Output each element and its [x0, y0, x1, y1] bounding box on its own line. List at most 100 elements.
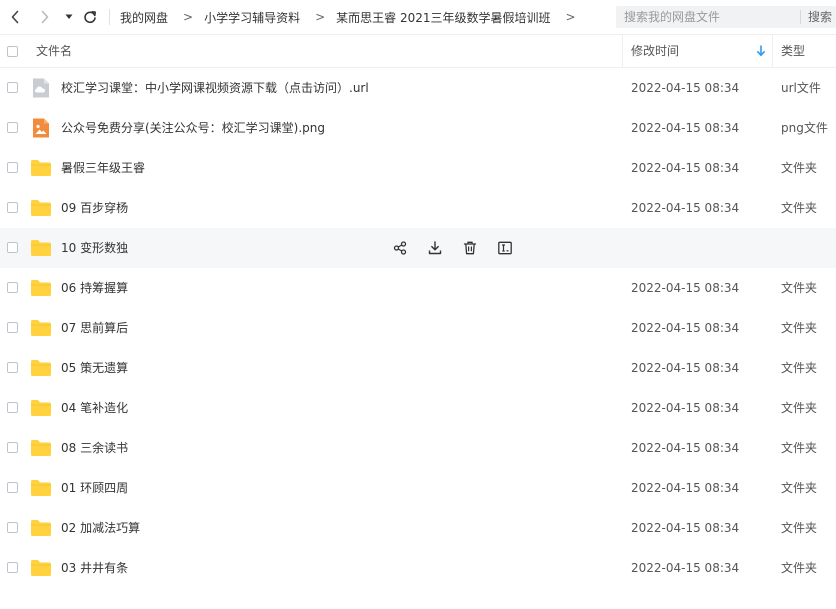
file-name[interactable]: 05 策无遗算: [61, 348, 128, 388]
download-button[interactable]: download-icon: [425, 238, 445, 258]
row-checkbox[interactable]: [7, 242, 18, 253]
file-modified-time: 2022-04-15 08:34: [631, 401, 740, 415]
breadcrumb-separator: >: [315, 10, 326, 24]
file-table-header: 文件名 修改时间 类型: [0, 35, 836, 68]
file-modified-time: 2022-04-15 08:34: [631, 441, 740, 455]
file-row[interactable]: 03 井井有条 2022-04-15 08:34 文件夹: [0, 548, 836, 588]
file-name[interactable]: 06 持筹握算: [61, 268, 128, 308]
file-type: 文件夹: [781, 321, 818, 335]
column-header-modified[interactable]: 修改时间: [631, 35, 679, 67]
file-modified-time: 2022-04-15 08:34: [631, 481, 740, 495]
file-name[interactable]: 10 变形数独: [61, 228, 128, 268]
file-row[interactable]: 08 三余读书 2022-04-15 08:34 文件夹: [0, 428, 836, 468]
url-file-icon: [30, 78, 52, 98]
file-name[interactable]: 04 笔补造化: [61, 388, 128, 428]
top-toolbar: 我的网盘 > 小学学习辅导资料 > 某而思王睿 2021三年级数学暑假培训班 >…: [0, 0, 836, 35]
back-button[interactable]: [4, 0, 26, 34]
row-checkbox[interactable]: [7, 362, 18, 373]
chevron-left-icon: [11, 10, 19, 24]
breadcrumb-item-root[interactable]: 我的网盘: [120, 9, 168, 26]
file-name[interactable]: 08 三余读书: [61, 428, 128, 468]
folder-icon: [30, 478, 52, 498]
rename-icon-glyph: [498, 241, 512, 255]
row-checkbox[interactable]: [7, 202, 18, 213]
file-row[interactable]: 暑假三年级王睿 2022-04-15 08:34 文件夹: [0, 148, 836, 188]
row-checkbox[interactable]: [7, 482, 18, 493]
row-checkbox[interactable]: [7, 82, 18, 93]
search-divider: [800, 10, 801, 24]
folder-icon: [30, 278, 52, 298]
download-icon-glyph: [428, 241, 442, 255]
file-row[interactable]: 07 思前算后 2022-04-15 08:34 文件夹: [0, 308, 836, 348]
refresh-button[interactable]: [80, 0, 100, 34]
rename-button[interactable]: rename-icon: [495, 238, 515, 258]
file-row[interactable]: 05 策无遗算 2022-04-15 08:34 文件夹: [0, 348, 836, 388]
file-modified-time: 2022-04-15 08:34: [631, 321, 740, 335]
chevron-right-icon: [41, 10, 49, 24]
breadcrumb-separator: >: [183, 10, 194, 24]
file-modified-time: 2022-04-15 08:34: [631, 81, 740, 95]
breadcrumb-item-folder[interactable]: 小学学习辅导资料: [204, 9, 300, 26]
file-row[interactable]: 02 加减法巧算 2022-04-15 08:34 文件夹: [0, 508, 836, 548]
image-file-icon: [30, 118, 52, 138]
row-checkbox[interactable]: [7, 162, 18, 173]
file-row[interactable]: 06 持筹握算 2022-04-15 08:34 文件夹: [0, 268, 836, 308]
breadcrumb-separator: >: [565, 10, 576, 24]
file-type: 文件夹: [781, 201, 818, 215]
file-name[interactable]: 09 百步穿杨: [61, 188, 128, 228]
file-name[interactable]: 03 井井有条: [61, 548, 128, 588]
file-row[interactable]: 校汇学习课堂：中小学网课视频资源下载（点击访问）.url 2022-04-15 0…: [0, 68, 836, 108]
row-checkbox[interactable]: [7, 562, 18, 573]
file-name[interactable]: 暑假三年级王睿: [61, 148, 145, 188]
file-row[interactable]: 09 百步穿杨 2022-04-15 08:34 文件夹: [0, 188, 836, 228]
search-box: 搜索: [616, 6, 836, 28]
row-checkbox[interactable]: [7, 282, 18, 293]
file-name[interactable]: 公众号免费分享(关注公众号：校汇学习课堂).png: [61, 108, 325, 148]
file-modified-time: 2022-04-15 08:34: [631, 281, 740, 295]
row-checkbox[interactable]: [7, 522, 18, 533]
file-type: 文件夹: [781, 281, 818, 295]
file-type: 文件夹: [781, 521, 818, 535]
row-checkbox[interactable]: [7, 402, 18, 413]
file-modified-time: 2022-04-15 08:34: [631, 121, 740, 135]
folder-icon: [30, 438, 52, 458]
breadcrumb-item-current[interactable]: 某而思王睿 2021三年级数学暑假培训班: [336, 9, 550, 26]
row-checkbox[interactable]: [7, 442, 18, 453]
search-button[interactable]: 搜索: [808, 6, 832, 28]
file-modified-time: 2022-04-15 08:34: [631, 161, 740, 175]
file-name[interactable]: 校汇学习课堂：中小学网课视频资源下载（点击访问）.url: [61, 68, 369, 108]
file-type: 文件夹: [781, 401, 818, 415]
share-button[interactable]: share-icon: [390, 238, 410, 258]
file-name[interactable]: 02 加减法巧算: [61, 508, 140, 548]
row-actions: share-icon download-icon delete-icon rename…: [390, 238, 515, 258]
row-checkbox[interactable]: [7, 322, 18, 333]
select-all-checkbox[interactable]: [7, 46, 18, 57]
file-name[interactable]: 01 环顾四周: [61, 468, 128, 508]
delete-button[interactable]: delete-icon: [460, 238, 480, 258]
toolbar-divider: [109, 9, 110, 25]
arrow-down-icon[interactable]: [756, 45, 766, 57]
folder-icon: [30, 358, 52, 378]
folder-icon: [30, 238, 52, 258]
file-row[interactable]: 04 笔补造化 2022-04-15 08:34 文件夹: [0, 388, 836, 428]
row-checkbox[interactable]: [7, 122, 18, 133]
forward-button[interactable]: [34, 0, 56, 34]
file-type: 文件夹: [781, 361, 818, 375]
caret-down-icon: [65, 14, 73, 19]
search-input[interactable]: [624, 6, 794, 28]
file-name[interactable]: 07 思前算后: [61, 308, 128, 348]
folder-icon: [30, 558, 52, 578]
column-header-name[interactable]: 文件名: [36, 35, 72, 67]
file-type: 文件夹: [781, 441, 818, 455]
file-row[interactable]: 10 变形数独 share-icon download-icon delete-ico…: [0, 228, 836, 268]
refresh-icon: [84, 11, 96, 24]
folder-icon: [30, 398, 52, 418]
folder-icon: [30, 518, 52, 538]
file-type: 文件夹: [781, 561, 818, 575]
column-header-type[interactable]: 类型: [781, 35, 805, 67]
history-dropdown-button[interactable]: [62, 0, 76, 34]
file-modified-time: 2022-04-15 08:34: [631, 561, 740, 575]
breadcrumb: 我的网盘 > 小学学习辅导资料 > 某而思王睿 2021三年级数学暑假培训班 >: [120, 0, 587, 34]
file-row[interactable]: 公众号免费分享(关注公众号：校汇学习课堂).png 2022-04-15 08:3…: [0, 108, 836, 148]
file-row[interactable]: 01 环顾四周 2022-04-15 08:34 文件夹: [0, 468, 836, 508]
